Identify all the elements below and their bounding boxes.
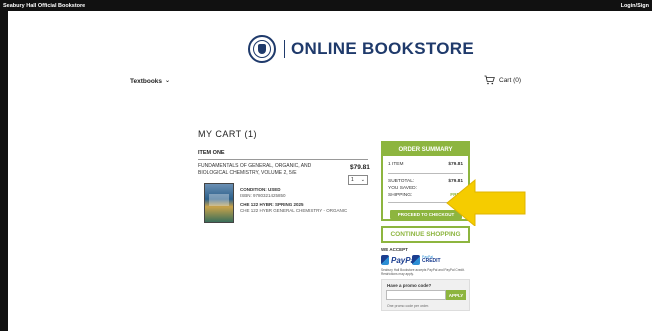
item-title[interactable]: FUNDAMENTALS OF GENERAL, ORGANIC, AND BI… (198, 163, 338, 177)
paypal-credit-icon (412, 255, 420, 265)
quantity-select[interactable]: 1 ⌄ (348, 175, 368, 185)
logo-text: ONLINE BOOKSTORE (291, 39, 475, 58)
apply-promo-button[interactable]: APPLY (446, 290, 466, 300)
item-header: ITEM ONE (198, 150, 368, 160)
summary-shipping-label: SHIPPING: (388, 193, 413, 198)
promo-code-box: Have a promo code? APPLY One promo code … (381, 279, 470, 311)
item-course-code: CHE 122 HYBR: SPRING 2025 (240, 202, 304, 207)
item-course-name: CHE 122 HYBR GENERAL CHEMISTRY - ORGANIC (240, 208, 348, 213)
page-content: ONLINE BOOKSTORE Textbooks ⌄ Cart (0) MY… (8, 11, 652, 331)
paypal-credit-logo: PayPal CREDIT (412, 255, 441, 265)
cart-link[interactable]: Cart (0) (484, 75, 521, 85)
book-cover-image[interactable] (204, 183, 234, 223)
summary-items-value: $79.81 (448, 162, 463, 167)
summary-items-row: 1 ITEM $79.81 (388, 162, 463, 167)
payment-note: Seabury Hall Bookstore accepts PayPal an… (381, 268, 465, 277)
paypal-icon (381, 255, 389, 265)
promo-code-label: Have a promo code? (387, 283, 432, 288)
paypal-credit-sub: CREDIT (422, 258, 441, 265)
logo-divider (284, 40, 285, 58)
summary-items-label: 1 ITEM (388, 162, 404, 167)
quantity-value: 1 (351, 177, 354, 183)
cart-icon (484, 75, 495, 85)
school-seal-icon (248, 35, 276, 63)
we-accept-label: WE ACCEPT (381, 247, 408, 252)
chevron-down-icon: ⌄ (165, 78, 171, 84)
textbooks-label: Textbooks (130, 78, 163, 85)
promo-code-note: One promo code per order. (387, 304, 430, 308)
paypal-credit-text: PayPal CREDIT (422, 255, 441, 265)
continue-shopping-button[interactable]: CONTINUE SHOPPING (381, 226, 470, 243)
top-bar: Seabury Hall Official Bookstore Login/Si… (0, 0, 652, 11)
summary-subtotal-label: SUBTOTAL: (388, 179, 415, 184)
pointer-arrow-icon (446, 178, 526, 226)
store-name: Seabury Hall Official Bookstore (3, 2, 86, 9)
summary-divider (388, 173, 463, 174)
page-title: MY CART (1) (198, 129, 258, 139)
item-condition: CONDITION: USED (240, 187, 281, 192)
chevron-down-icon: ⌄ (360, 177, 365, 183)
promo-code-input[interactable] (386, 290, 446, 300)
order-summary-heading: ORDER SUMMARY (383, 143, 468, 156)
cart-label: Cart (0) (499, 76, 522, 84)
summary-saved-label: YOU SAVED: (388, 186, 417, 191)
item-isbn: ISBN: 9780321425850 (240, 193, 286, 198)
textbooks-menu[interactable]: Textbooks ⌄ (130, 78, 170, 85)
store-logo[interactable]: ONLINE BOOKSTORE (248, 35, 474, 63)
login-link[interactable]: Login/Sign (621, 3, 649, 9)
item-price: $79.81 (350, 164, 370, 171)
